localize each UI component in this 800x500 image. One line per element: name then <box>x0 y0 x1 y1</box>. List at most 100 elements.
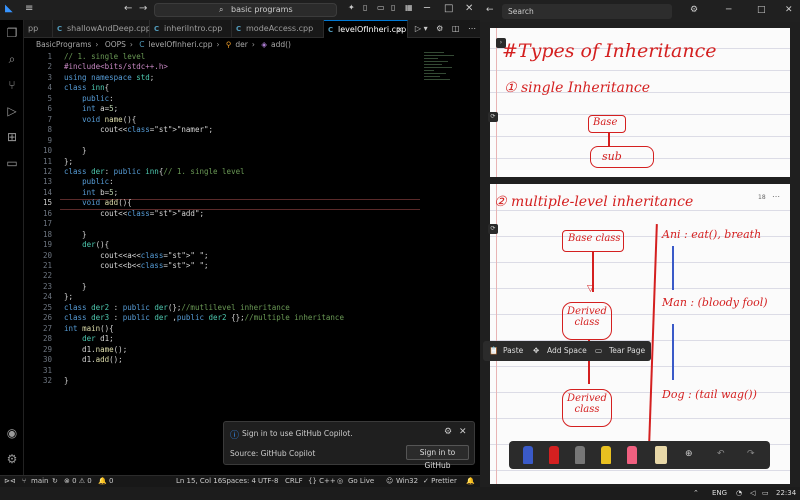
forward-arrow-icon[interactable]: → <box>139 3 147 14</box>
add-tool-icon[interactable]: ⊕ <box>685 449 693 459</box>
back-arrow-icon[interactable]: ← <box>486 5 494 15</box>
page-handle-icon[interactable]: ⟳ <box>488 224 498 234</box>
search-sidebar-icon[interactable]: ⌕ <box>4 52 20 68</box>
toggle-secondary-icon[interactable]: ▯ <box>391 3 395 12</box>
pencil-icon[interactable] <box>575 446 585 464</box>
tab-pp[interactable]: pp <box>24 20 53 38</box>
settings-icon[interactable]: ⚙ <box>436 24 443 33</box>
breadcrumb-item[interactable]: add() <box>271 40 291 49</box>
indentation[interactable]: Spaces: 4 <box>222 476 256 487</box>
tab-modeaccess[interactable]: CmodeAccess.cpp <box>232 20 324 38</box>
chevron-right-icon: › <box>95 40 99 49</box>
toggle-panel-icon[interactable]: ▭ <box>377 3 385 12</box>
cursor-position[interactable]: Ln 15, Col 16 <box>176 476 222 487</box>
highlighter-icon[interactable] <box>601 446 611 464</box>
tab-inheriintro[interactable]: CinheriIntro.cpp <box>150 20 232 38</box>
command-center-search[interactable]: ⌕ basic programs <box>154 3 337 17</box>
problems-count[interactable]: ⊗ 0 ⚠ 0 <box>64 476 92 487</box>
ports-count[interactable]: 🔔 0 <box>98 476 113 487</box>
line-number: 13 <box>42 177 52 187</box>
redo-icon[interactable]: ↷ <box>747 449 755 459</box>
language-indicator[interactable]: ENG <box>712 487 727 500</box>
onenote-titlebar: ← Search ⚙ ─ □ ✕ <box>480 0 800 22</box>
go-live-button[interactable]: Go Live <box>348 476 374 487</box>
onenote-search[interactable]: Search <box>502 4 672 19</box>
wifi-icon[interactable]: ◔ <box>736 487 742 500</box>
back-arrow-icon[interactable]: ← <box>124 3 132 14</box>
tab-levelofinheri[interactable]: ClevelOfInheri.cpp × <box>324 20 408 38</box>
line-number: 31 <box>42 365 52 375</box>
breadcrumb-item[interactable]: BasicPrograms <box>36 40 91 49</box>
cpp-file-icon: C <box>236 25 242 33</box>
remote-explorer-icon[interactable]: ▭ <box>4 156 20 172</box>
close-window-icon[interactable]: ✕ <box>785 5 793 15</box>
code-line: } <box>64 375 69 385</box>
platform[interactable]: Win32 <box>396 476 418 487</box>
minimap[interactable] <box>424 52 464 92</box>
menu-icon[interactable]: ≡ <box>25 3 33 14</box>
maximize-icon[interactable]: □ <box>444 3 453 14</box>
line-number: 12 <box>42 166 52 176</box>
account-icon[interactable]: ◉ <box>4 426 20 442</box>
volume-icon[interactable]: ◁ <box>750 487 755 500</box>
red-pen-icon[interactable] <box>549 446 559 464</box>
line-number: 18 <box>42 229 52 239</box>
settings-gear-icon[interactable]: ⚙ <box>4 452 20 468</box>
breadcrumb-item[interactable]: levelOfInheri.cpp <box>149 40 213 49</box>
toggle-sidebar-icon[interactable]: ▯ <box>363 3 367 12</box>
sign-in-github-button[interactable]: Sign in to GitHub <box>406 445 469 470</box>
gear-icon[interactable]: ⚙ <box>444 427 452 437</box>
language-mode[interactable]: {} C++ <box>308 476 336 487</box>
page-options-icon[interactable]: ⋯ <box>772 192 780 201</box>
tab-close-icon[interactable]: × <box>396 21 403 38</box>
copilot-icon[interactable]: ✦ <box>348 3 355 12</box>
line-number: 24 <box>42 292 52 302</box>
close-window-icon[interactable]: ✕ <box>465 3 473 14</box>
clock[interactable]: 22:34 <box>776 487 796 500</box>
eraser-icon[interactable] <box>627 446 637 464</box>
line-ending[interactable]: CRLF <box>285 476 303 487</box>
code-editor[interactable]: 1 // 1. single level 2 #include<bits/stdc++… <box>24 52 480 475</box>
layout-icon[interactable]: ▦ <box>405 3 413 12</box>
page-handle-icon[interactable]: ⟳ <box>488 112 498 122</box>
run-icon[interactable]: ▷ ▾ <box>415 24 428 33</box>
tab-shallowanddeep[interactable]: CshallowAndDeep.cpp <box>53 20 150 38</box>
note-page-1[interactable]: #Types of Inheritance ① single Inheritan… <box>490 28 790 177</box>
expand-icon[interactable]: › <box>496 38 506 48</box>
breadcrumb-item[interactable]: OOPS <box>105 40 126 49</box>
windows-taskbar: ⌃ ENG ◔ ◁ ▭ 22:34 <box>0 487 800 500</box>
encoding[interactable]: UTF-8 <box>258 476 278 487</box>
run-debug-icon[interactable]: ▷ <box>4 104 20 120</box>
line-number: 10 <box>42 146 52 156</box>
prettier[interactable]: ✓ Prettier <box>423 476 457 487</box>
source-control-icon[interactable]: ⑂ <box>4 78 20 94</box>
chevron-right-icon: › <box>251 40 255 49</box>
note-page-2[interactable]: 18 ⋯ ② multiple-level inheritance Base c… <box>490 184 790 484</box>
tray-expand-icon[interactable]: ⌃ <box>693 487 699 500</box>
remote-icon[interactable]: ⊳⊲ <box>4 476 16 487</box>
maximize-icon[interactable]: □ <box>757 5 766 15</box>
ruler-icon[interactable] <box>655 446 667 464</box>
extensions-icon[interactable]: ⊞ <box>4 130 20 146</box>
split-editor-icon[interactable]: ◫ <box>452 24 460 33</box>
notifications-icon[interactable]: 🔔 <box>466 476 475 487</box>
minimize-icon[interactable]: ─ <box>424 3 430 14</box>
code-line: public: <box>82 177 114 187</box>
code-line: } <box>64 281 87 291</box>
tear-page-button[interactable]: Tear Page <box>609 341 645 361</box>
close-icon[interactable]: ✕ <box>459 427 467 437</box>
explorer-icon[interactable]: ❐ <box>4 26 20 42</box>
tear-page-icon: ▭ <box>595 346 603 355</box>
sync-icon[interactable]: ↻ <box>52 476 58 487</box>
undo-icon[interactable]: ↶ <box>717 449 725 459</box>
add-space-button[interactable]: Add Space <box>547 341 587 361</box>
blue-pen-icon[interactable] <box>523 446 533 464</box>
breadcrumb-item[interactable]: der <box>235 40 247 49</box>
paste-button[interactable]: Paste <box>503 341 523 361</box>
more-actions-icon[interactable]: ⋯ <box>468 24 476 33</box>
minimize-icon[interactable]: ─ <box>726 5 731 15</box>
settings-gear-icon[interactable]: ⚙ <box>690 5 698 15</box>
branch-name[interactable]: main <box>31 476 49 487</box>
battery-icon[interactable]: ▭ <box>762 487 769 500</box>
feedback-icon[interactable]: ☺ <box>386 476 393 487</box>
